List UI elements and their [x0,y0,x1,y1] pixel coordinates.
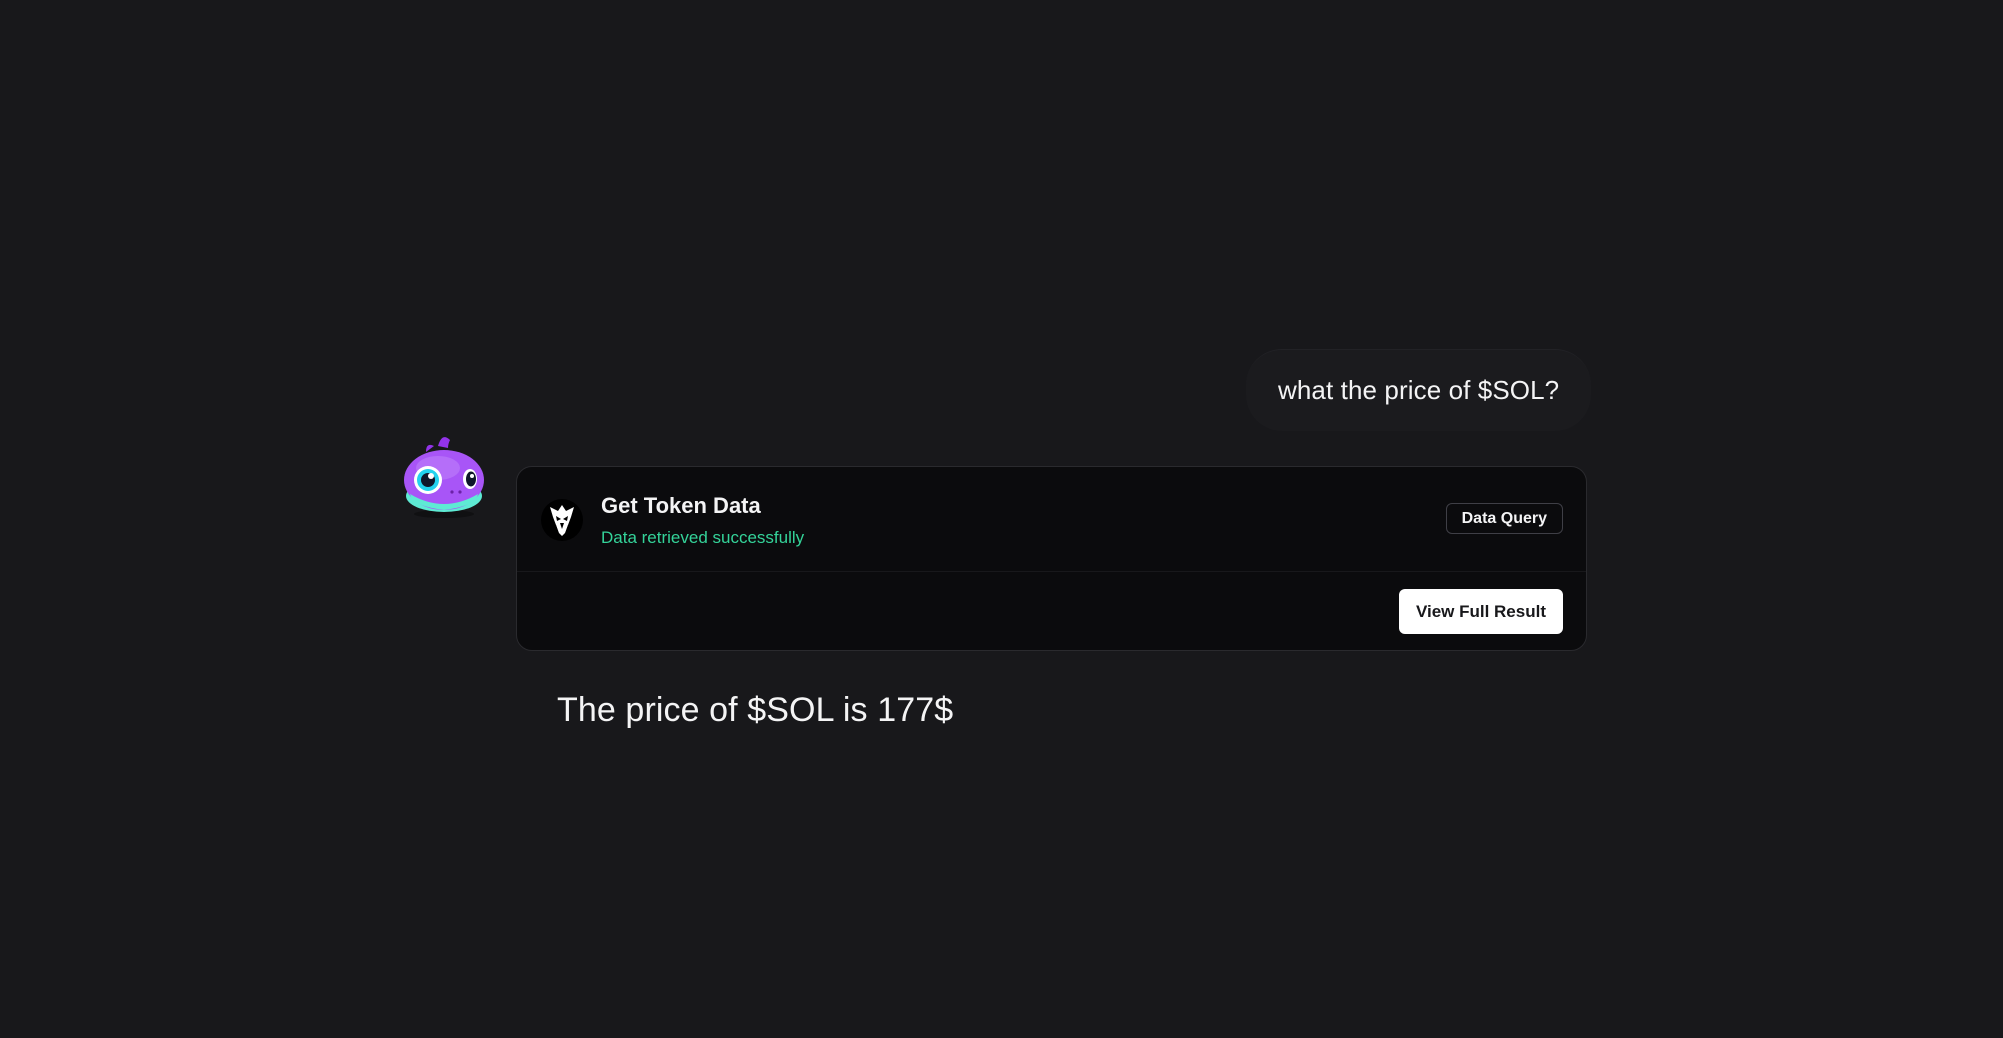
tool-call-status: Data retrieved successfully [601,528,805,547]
chat-view: what the price of $SOL? Get Token Data D… [0,0,2003,1038]
tool-call-header: Get Token Data Data retrieved successful… [517,467,1586,572]
assistant-reply-text: The price of $SOL is 177$ [557,691,954,729]
purple-dino-mascot-icon [398,430,490,522]
view-full-result-button[interactable]: View Full Result [1398,589,1563,634]
tool-call-card: Get Token Data Data retrieved successful… [516,466,1587,651]
tool-type-badge: Data Query [1445,503,1563,534]
user-message-text: what the price of $SOL? [1278,375,1560,405]
user-message-bubble: what the price of $SOL? [1246,349,1592,431]
tool-call-footer: View Full Result [517,572,1586,650]
eagle-icon [541,499,583,541]
tool-call-title: Get Token Data [601,493,761,518]
